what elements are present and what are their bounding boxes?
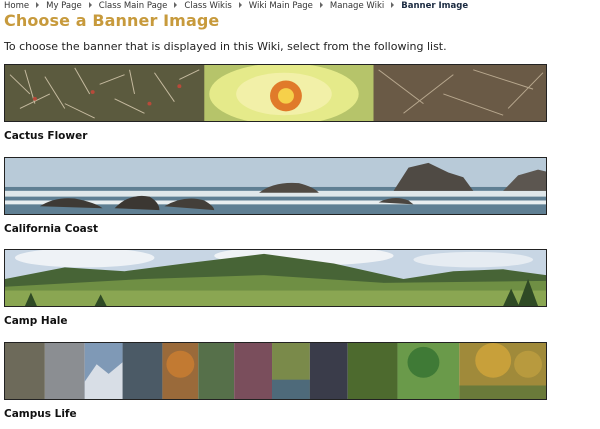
chevron-right-icon [174,2,178,8]
banner-camp-hale[interactable] [4,249,547,307]
chevron-right-icon [88,2,92,8]
page-intro: To choose the banner that is displayed i… [4,40,447,53]
banner-label-cactus-flower[interactable]: Cactus Flower [4,130,87,143]
banner-image-california-coast [5,158,546,214]
chevron-right-icon [36,2,40,8]
chevron-right-icon [238,2,242,8]
banner-label-california-coast[interactable]: California Coast [4,223,98,236]
breadcrumb-home-link[interactable]: Home [4,1,29,11]
banner-image-campus-life [5,343,546,399]
breadcrumb-my-page-link[interactable]: My Page [46,1,82,11]
chevron-right-icon [391,2,395,8]
breadcrumb-current: Banner Image [401,1,469,11]
breadcrumb-manage-wiki-link[interactable]: Manage Wiki [330,1,384,11]
page-title: Choose a Banner Image [4,11,220,30]
banner-label-campus-life[interactable]: Campus Life [4,408,77,421]
banner-label-camp-hale[interactable]: Camp Hale [4,315,68,328]
chevron-right-icon [319,2,323,8]
banner-california-coast[interactable] [4,157,547,215]
banner-cactus-flower[interactable] [4,64,547,122]
breadcrumb-wiki-main-page-link[interactable]: Wiki Main Page [249,1,313,11]
banner-image-camp-hale [5,250,546,306]
banner-campus-life[interactable] [4,342,547,400]
breadcrumb-class-wikis-link[interactable]: Class Wikis [184,1,231,11]
banner-image-cactus-flower [5,65,546,121]
breadcrumb-class-main-page-link[interactable]: Class Main Page [99,1,168,11]
